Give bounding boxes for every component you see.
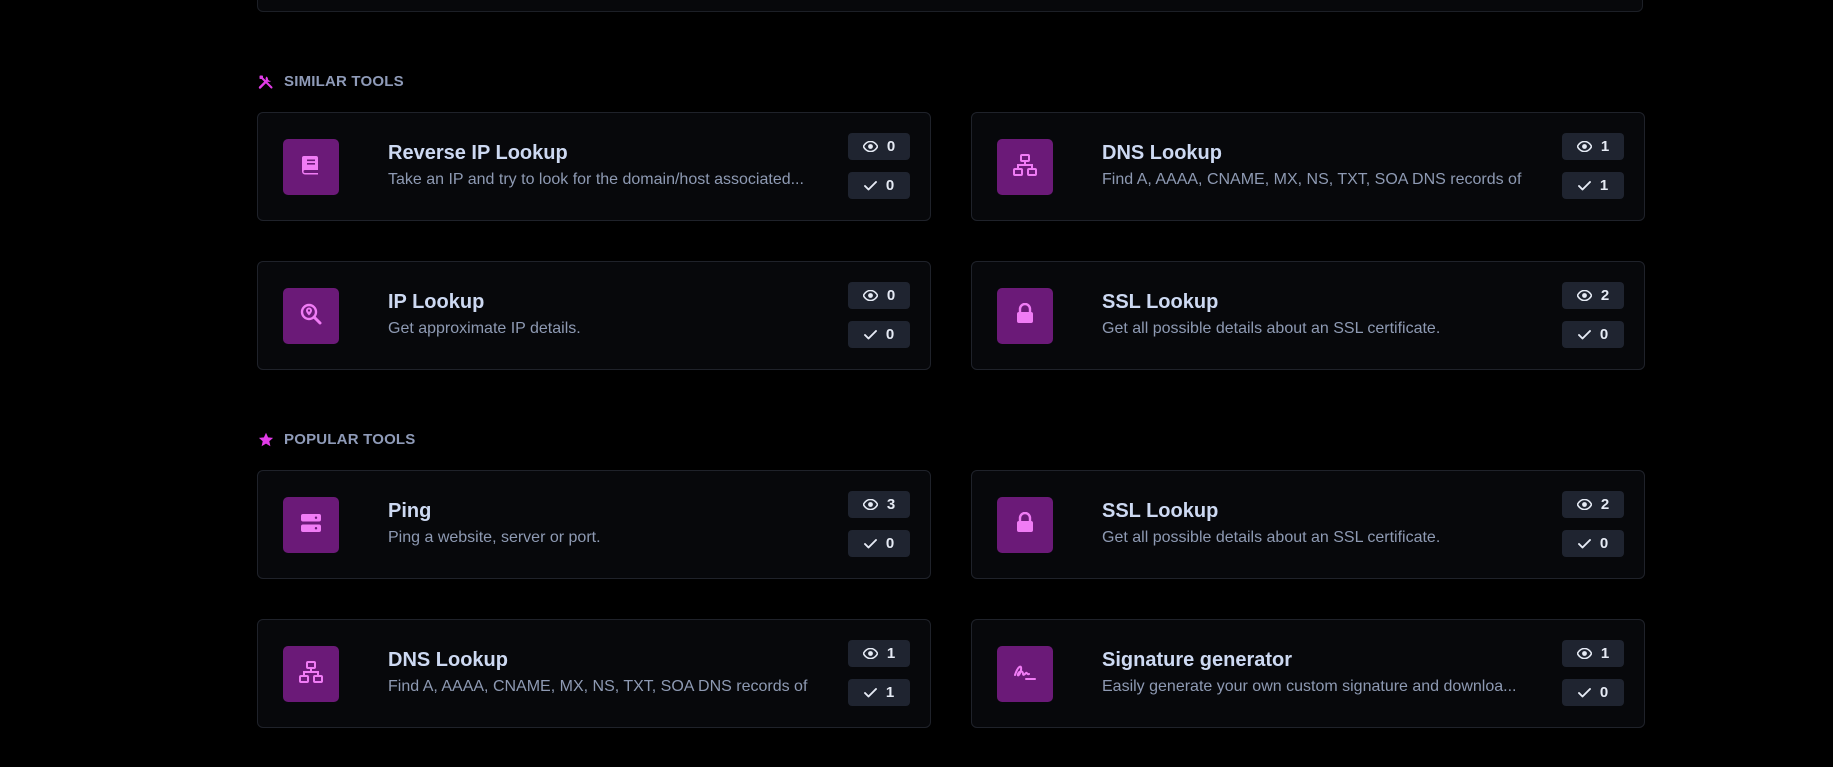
views-badge: 2 bbox=[1562, 282, 1624, 309]
checks-count: 0 bbox=[1599, 535, 1609, 552]
views-count: 1 bbox=[886, 645, 896, 662]
tool-title: SSL Lookup bbox=[1102, 500, 1219, 522]
tool-title: SSL Lookup bbox=[1102, 291, 1219, 313]
tool-description: Get all possible details about an SSL ce… bbox=[1102, 320, 1441, 337]
tool-title: DNS Lookup bbox=[388, 649, 508, 671]
tool-title: IP Lookup bbox=[388, 291, 485, 313]
tool-description: Find A, AAAA, CNAME, MX, NS, TXT, SOA DN… bbox=[388, 678, 808, 695]
section-title: POPULAR TOOLS bbox=[284, 431, 416, 448]
lock-icon bbox=[1016, 511, 1034, 538]
checks-badge: 0 bbox=[848, 172, 910, 199]
checks-count: 0 bbox=[885, 535, 895, 552]
views-count: 2 bbox=[1600, 287, 1610, 304]
checks-count: 1 bbox=[885, 684, 895, 701]
eye-icon bbox=[1576, 499, 1592, 510]
section-header-similar-tools: SIMILAR TOOLS bbox=[258, 73, 404, 90]
tool-title: Signature generator bbox=[1102, 649, 1293, 671]
tool-card-signature-generator[interactable]: Signature generator Easily generate your… bbox=[971, 619, 1645, 728]
tool-card-ip-lookup[interactable]: IP Lookup Get approximate IP details. 0 … bbox=[257, 261, 931, 370]
tool-icon-box bbox=[997, 288, 1053, 344]
views-badge: 1 bbox=[1562, 640, 1624, 667]
views-count: 3 bbox=[886, 496, 896, 513]
check-icon bbox=[1577, 687, 1591, 698]
network-icon bbox=[1013, 153, 1037, 181]
checks-badge: 1 bbox=[1562, 172, 1624, 199]
check-icon bbox=[1577, 180, 1591, 191]
tool-icon-box bbox=[283, 288, 339, 344]
section-header-popular-tools: POPULAR TOOLS bbox=[258, 431, 416, 448]
page: SIMILAR TOOLS Reverse IP Lookup Take an … bbox=[0, 0, 1833, 767]
tool-description: Take an IP and try to look for the domai… bbox=[388, 171, 804, 188]
checks-badge: 0 bbox=[848, 321, 910, 348]
tool-title: Ping bbox=[388, 500, 432, 522]
tool-card-ssl-lookup[interactable]: SSL Lookup Get all possible details abou… bbox=[971, 261, 1645, 370]
network-icon bbox=[299, 660, 323, 688]
previous-card-edge bbox=[257, 0, 1643, 12]
checks-count: 1 bbox=[1599, 177, 1609, 194]
tools-icon bbox=[258, 74, 274, 90]
checks-count: 0 bbox=[1599, 684, 1609, 701]
tool-icon-box bbox=[997, 497, 1053, 553]
lock-icon bbox=[1016, 302, 1034, 329]
star-icon bbox=[258, 432, 274, 448]
views-badge: 0 bbox=[848, 133, 910, 160]
section-title: SIMILAR TOOLS bbox=[284, 73, 404, 90]
signature-icon bbox=[1013, 662, 1037, 687]
check-icon bbox=[1577, 329, 1591, 340]
views-count: 0 bbox=[886, 287, 896, 304]
book-icon bbox=[301, 154, 321, 181]
views-count: 2 bbox=[1600, 496, 1610, 513]
views-badge: 1 bbox=[1562, 133, 1624, 160]
tool-icon-box bbox=[283, 646, 339, 702]
eye-icon bbox=[1576, 648, 1592, 659]
search-location-icon bbox=[300, 303, 322, 330]
tool-icon-box bbox=[997, 139, 1053, 195]
checks-count: 0 bbox=[885, 177, 895, 194]
checks-badge: 1 bbox=[848, 679, 910, 706]
views-count: 1 bbox=[1600, 138, 1610, 155]
tool-description: Find A, AAAA, CNAME, MX, NS, TXT, SOA DN… bbox=[1102, 171, 1522, 188]
eye-icon bbox=[862, 290, 878, 301]
eye-icon bbox=[1576, 141, 1592, 152]
tool-description: Easily generate your own custom signatur… bbox=[1102, 678, 1517, 695]
eye-icon bbox=[862, 648, 878, 659]
tool-description: Get all possible details about an SSL ce… bbox=[1102, 529, 1441, 546]
checks-badge: 0 bbox=[1562, 679, 1624, 706]
tool-icon-box bbox=[283, 497, 339, 553]
views-badge: 3 bbox=[848, 491, 910, 518]
tool-card-reverse-ip-lookup[interactable]: Reverse IP Lookup Take an IP and try to … bbox=[257, 112, 931, 221]
checks-badge: 0 bbox=[1562, 530, 1624, 557]
views-badge: 0 bbox=[848, 282, 910, 309]
tool-card-dns-lookup[interactable]: DNS Lookup Find A, AAAA, CNAME, MX, NS, … bbox=[257, 619, 931, 728]
views-badge: 2 bbox=[1562, 491, 1624, 518]
tool-icon-box bbox=[283, 139, 339, 195]
views-count: 1 bbox=[1600, 645, 1610, 662]
checks-badge: 0 bbox=[1562, 321, 1624, 348]
server-icon bbox=[300, 513, 322, 538]
tool-card-dns-lookup[interactable]: DNS Lookup Find A, AAAA, CNAME, MX, NS, … bbox=[971, 112, 1645, 221]
checks-count: 0 bbox=[1599, 326, 1609, 343]
views-badge: 1 bbox=[848, 640, 910, 667]
eye-icon bbox=[862, 499, 878, 510]
checks-badge: 0 bbox=[848, 530, 910, 557]
check-icon bbox=[1577, 538, 1591, 549]
tool-title: DNS Lookup bbox=[1102, 142, 1222, 164]
check-icon bbox=[863, 687, 877, 698]
tool-description: Ping a website, server or port. bbox=[388, 529, 601, 546]
eye-icon bbox=[862, 141, 878, 152]
tool-description: Get approximate IP details. bbox=[388, 320, 581, 337]
tool-title: Reverse IP Lookup bbox=[388, 142, 568, 164]
tool-card-ssl-lookup[interactable]: SSL Lookup Get all possible details abou… bbox=[971, 470, 1645, 579]
checks-count: 0 bbox=[885, 326, 895, 343]
views-count: 0 bbox=[886, 138, 896, 155]
check-icon bbox=[863, 329, 877, 340]
check-icon bbox=[863, 538, 877, 549]
tool-icon-box bbox=[997, 646, 1053, 702]
tool-card-ping[interactable]: Ping Ping a website, server or port. 3 0 bbox=[257, 470, 931, 579]
check-icon bbox=[863, 180, 877, 191]
eye-icon bbox=[1576, 290, 1592, 301]
